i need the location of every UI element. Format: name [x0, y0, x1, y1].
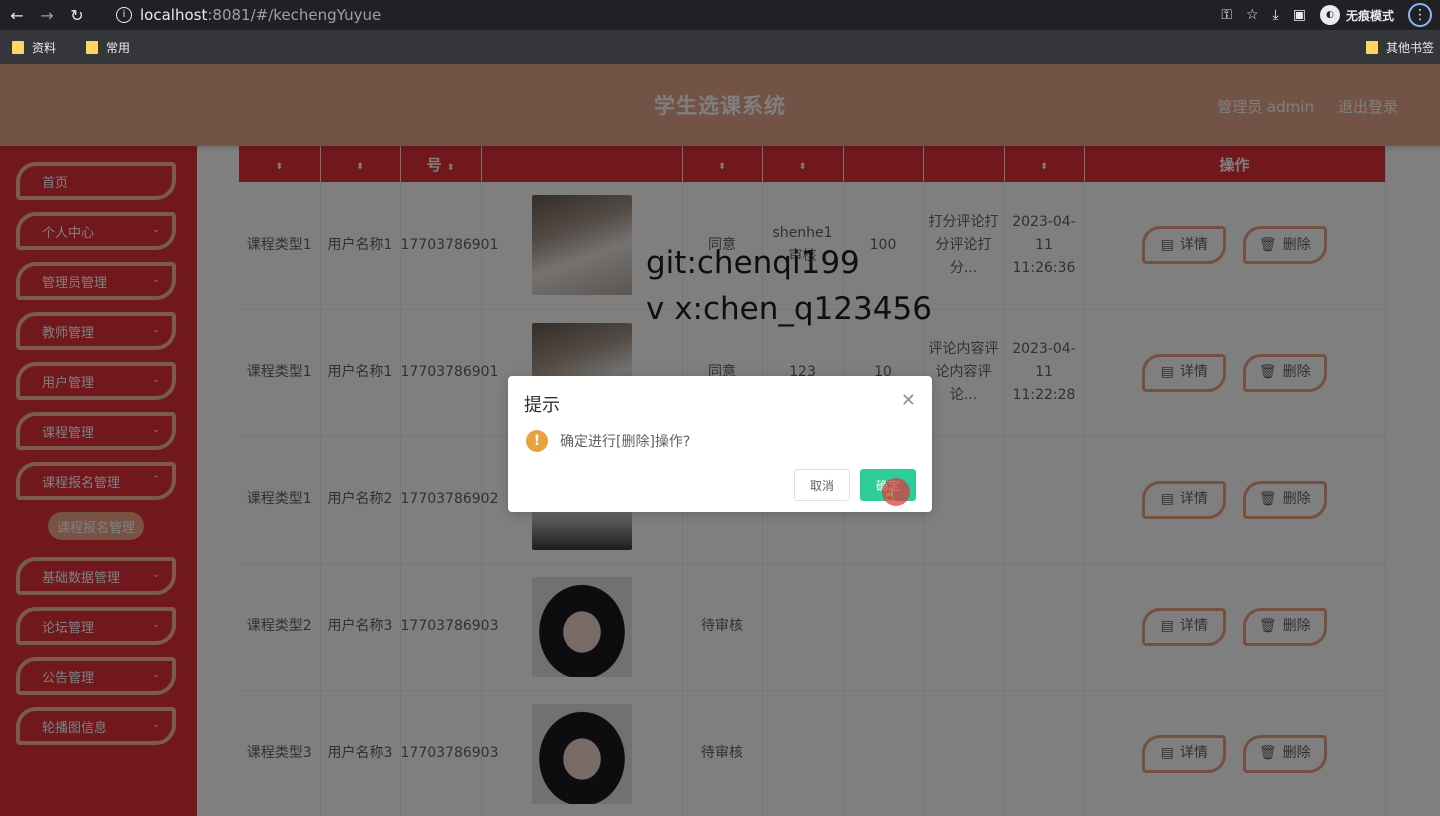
dialog-message: 确定进行[删除]操作? [560, 434, 691, 450]
back-icon[interactable]: ← [4, 2, 30, 28]
download-icon[interactable]: ⤓ [1273, 7, 1279, 23]
bookmark-label: 常用 [106, 40, 131, 55]
cancel-button[interactable]: 取消 [794, 469, 850, 501]
folder-icon [86, 40, 99, 54]
star-icon[interactable]: ☆ [1246, 7, 1259, 23]
other-bookmarks-label: 其他书签 [1385, 40, 1434, 55]
sidepanel-icon[interactable]: ▣ [1293, 7, 1306, 23]
bookmark-folder-ziliao[interactable]: 资料 [12, 39, 56, 56]
dialog-title: 提示 [524, 395, 560, 416]
incognito-indicator[interactable]: ◐ 无痕模式 [1319, 5, 1394, 25]
key-icon[interactable]: ⚿ [1221, 7, 1232, 23]
forward-icon[interactable]: → [34, 2, 60, 28]
url-path: :8081/#/kechengYuyue [207, 5, 382, 24]
other-bookmarks[interactable]: 其他书签 [1365, 30, 1434, 64]
bookmark-label: 资料 [32, 40, 57, 55]
address-bar[interactable]: i localhost :8081/#/kechengYuyue [106, 2, 1236, 27]
folder-icon [1365, 40, 1378, 54]
dialog-body: ! 确定进行[删除]操作? [526, 430, 690, 452]
bookmark-folder-changyong[interactable]: 常用 [86, 39, 130, 56]
folder-icon [12, 40, 24, 54]
close-icon[interactable]: ✕ [901, 390, 916, 411]
incognito-icon: ◐ [1319, 5, 1340, 25]
info-icon[interactable]: i [116, 6, 132, 23]
warning-icon: ! [526, 430, 548, 452]
incognito-label: 无痕模式 [1345, 8, 1394, 23]
url-host: localhost [140, 5, 208, 24]
confirm-dialog: 提示 ✕ ! 确定进行[删除]操作? 取消 确定 [508, 376, 932, 512]
pointer-hand-icon: ☝ [885, 486, 895, 505]
bookmarks-bar: 资料 常用 其他书签 [0, 30, 1440, 64]
browser-toolbar: ← → ↻ i localhost :8081/#/kechengYuyue ⚿… [0, 0, 1440, 30]
more-menu-icon[interactable]: ⋮ [1408, 3, 1432, 27]
reload-icon[interactable]: ↻ [64, 2, 90, 28]
